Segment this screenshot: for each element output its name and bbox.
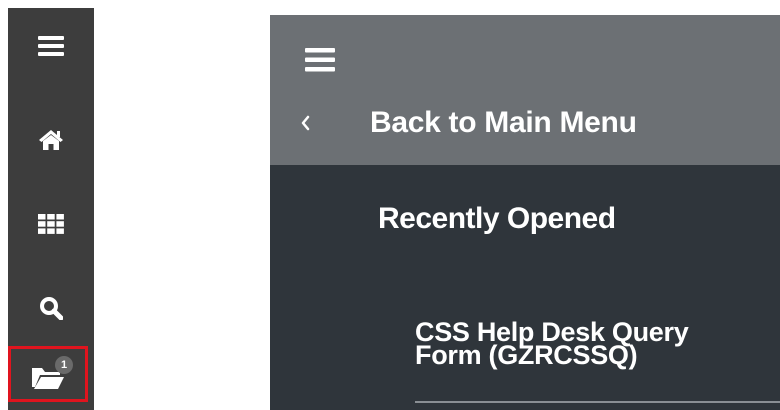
- icon-rail: 1: [8, 8, 94, 410]
- chevron-left-icon: [300, 113, 318, 133]
- grid-apps-icon: [38, 214, 64, 234]
- navigation-panel: Back to Main Menu Recently Opened CSS He…: [270, 15, 780, 410]
- item-divider: [415, 401, 780, 403]
- rail-search-button[interactable]: [8, 278, 94, 338]
- back-label: Back to Main Menu: [370, 106, 637, 139]
- rail-recent-button[interactable]: 1: [8, 346, 88, 402]
- recent-item-line-2: Form (GZRCSSQ): [415, 340, 638, 370]
- notification-badge: 1: [55, 356, 73, 374]
- home-icon: [39, 130, 63, 150]
- rail-home-button[interactable]: [8, 110, 94, 170]
- search-icon: [40, 297, 63, 320]
- rail-apps-button[interactable]: [8, 194, 94, 254]
- rail-menu-button[interactable]: [8, 16, 94, 76]
- panel-menu-button[interactable]: [305, 47, 335, 73]
- section-title: Recently Opened: [378, 202, 616, 235]
- hamburger-menu-icon: [305, 48, 335, 72]
- recent-item[interactable]: CSS Help Desk Query Form (GZRCSSQ): [415, 319, 745, 370]
- back-to-main-menu-link[interactable]: Back to Main Menu: [300, 103, 637, 143]
- hamburger-menu-icon: [38, 36, 64, 56]
- panel-header: Back to Main Menu: [270, 15, 780, 165]
